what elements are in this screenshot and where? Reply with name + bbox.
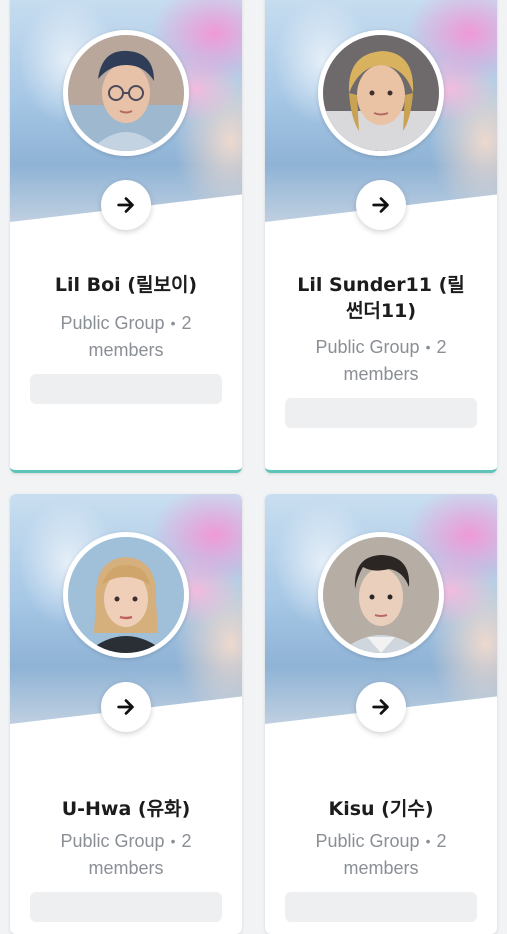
group-card[interactable]: Kisu (기수) Public Group • 2 members	[265, 494, 497, 934]
members-label: members	[88, 340, 164, 360]
join-button-placeholder[interactable]	[285, 398, 477, 428]
separator: •	[170, 833, 176, 849]
separator: •	[170, 315, 176, 331]
open-group-button[interactable]	[101, 682, 151, 732]
group-meta: Public Group • 2 members	[20, 310, 232, 364]
arrow-right-icon	[117, 699, 134, 715]
group-type: Public Group	[315, 831, 420, 851]
group-meta: Public Group • 2 members	[275, 828, 487, 882]
group-avatar[interactable]	[318, 532, 444, 658]
arrow-right-icon	[117, 197, 134, 213]
open-group-button[interactable]	[356, 682, 406, 732]
separator: •	[425, 339, 431, 355]
members-label: members	[88, 858, 164, 878]
group-name[interactable]: Lil Boi (릴보이)	[20, 272, 232, 298]
join-button-placeholder[interactable]	[30, 892, 222, 922]
group-card[interactable]: U-Hwa (유화) Public Group • 2 members	[10, 494, 242, 934]
group-type: Public Group	[60, 313, 165, 333]
group-type: Public Group	[315, 337, 420, 357]
group-type: Public Group	[60, 831, 165, 851]
separator: •	[425, 833, 431, 849]
member-count: 2	[181, 831, 192, 851]
group-name[interactable]: U-Hwa (유화)	[20, 796, 232, 822]
group-name[interactable]: Lil Sunder11 (릴 썬더11)	[289, 272, 473, 324]
member-count: 2	[181, 313, 192, 333]
member-count: 2	[436, 337, 447, 357]
join-button-placeholder[interactable]	[285, 892, 477, 922]
group-card[interactable]: Lil Boi (릴보이) Public Group • 2 members	[10, 0, 242, 473]
group-card[interactable]: Lil Sunder11 (릴 썬더11) Public Group • 2 mem…	[265, 0, 497, 473]
open-group-button[interactable]	[101, 180, 151, 230]
group-avatar[interactable]	[318, 30, 444, 156]
members-label: members	[343, 858, 419, 878]
group-name[interactable]: Kisu (기수)	[275, 796, 487, 822]
arrow-right-icon	[372, 699, 389, 715]
members-label: members	[343, 364, 419, 384]
group-meta: Public Group • 2 members	[20, 828, 232, 882]
group-avatar[interactable]	[63, 532, 189, 658]
member-count: 2	[436, 831, 447, 851]
open-group-button[interactable]	[356, 180, 406, 230]
join-button-placeholder[interactable]	[30, 374, 222, 404]
group-avatar[interactable]	[63, 30, 189, 156]
arrow-right-icon	[372, 197, 389, 213]
group-meta: Public Group • 2 members	[275, 334, 487, 388]
